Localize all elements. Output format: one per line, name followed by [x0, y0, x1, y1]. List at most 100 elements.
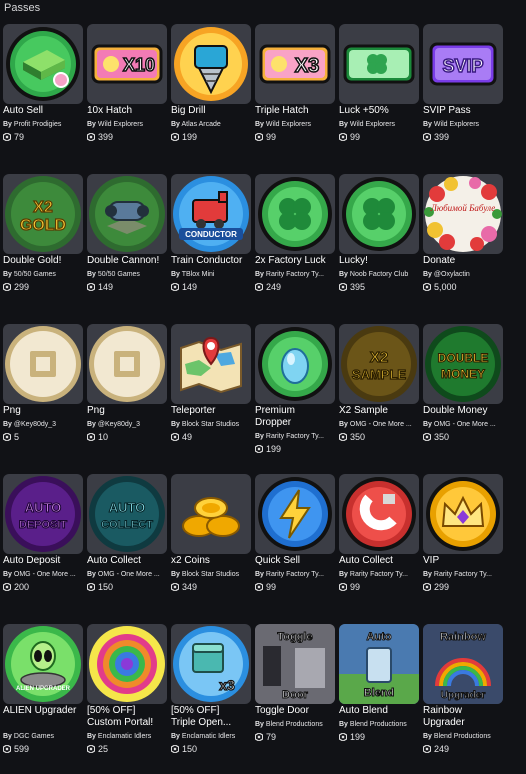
pass-card[interactable]: AUTO COLLECT Auto Collect By OMG - One M… — [87, 474, 167, 619]
pass-creator[interactable]: By Atlas Arcade — [171, 120, 253, 129]
pass-card[interactable]: Double Cannon! By 50/50 Games 149 — [87, 174, 167, 319]
pass-creator[interactable]: By @Oxylactin — [423, 270, 505, 279]
pass-name[interactable]: Double Money — [423, 405, 505, 417]
pass-name[interactable]: Quick Sell — [255, 555, 337, 567]
pass-card[interactable]: Quick Sell By Rarity Factory Ty... 99 — [255, 474, 335, 619]
creator-name[interactable]: Rarity Factory Ty... — [266, 271, 324, 278]
creator-name[interactable]: Wild Explorers — [350, 121, 395, 128]
creator-name[interactable]: OMG - One More ... — [98, 571, 160, 578]
creator-name[interactable]: TBlox Mini — [182, 271, 215, 278]
pass-name[interactable]: Triple Hatch — [255, 105, 337, 117]
pass-creator[interactable]: By Rarity Factory Ty... — [339, 570, 421, 579]
pass-card[interactable]: X3 Triple Hatch By Wild Explorers 99 — [255, 24, 335, 169]
pass-card[interactable]: Big Drill By Atlas Arcade 199 — [171, 24, 251, 169]
creator-name[interactable]: Rarity Factory Ty... — [266, 571, 324, 578]
pass-card[interactable]: X2 GOLD Double Gold! By 50/50 Games 299 — [3, 174, 83, 319]
creator-name[interactable]: Block Star Studios — [182, 571, 239, 578]
pass-card[interactable]: AUTO DEPOSIT Auto Deposit By OMG - One M… — [3, 474, 83, 619]
pass-creator[interactable]: By Rarity Factory Ty... — [423, 570, 505, 579]
creator-name[interactable]: OMG - One More ... — [434, 421, 496, 428]
pass-card[interactable]: Png By @Key80dy_3 10 — [87, 324, 167, 469]
creator-name[interactable]: Wild Explorers — [434, 121, 479, 128]
pass-creator[interactable]: By Wild Explorers — [255, 120, 337, 129]
pass-card[interactable]: x2 Coins By Block Star Studios 349 — [171, 474, 251, 619]
pass-name[interactable]: Teleporter — [171, 405, 253, 417]
creator-name[interactable]: Wild Explorers — [98, 121, 143, 128]
pass-card[interactable]: DOUBLE MONEY Double Money By OMG - One M… — [423, 324, 503, 469]
pass-name[interactable]: Auto Collect — [87, 555, 169, 567]
pass-card[interactable]: Любимой Бабуле Donate By @Oxylactin 5,00… — [423, 174, 503, 319]
pass-card[interactable]: Premium Dropper By Rarity Factory Ty... … — [255, 324, 335, 469]
pass-creator[interactable]: By Enclamatic Idlers — [87, 732, 169, 741]
pass-card[interactable]: ALIEN UPGRADER ALIEN Upgrader By DGC Gam… — [3, 624, 83, 769]
pass-name[interactable]: Auto Deposit — [3, 555, 85, 567]
pass-name[interactable]: Double Gold! — [3, 255, 85, 267]
pass-creator[interactable]: By Noob Factory Club — [339, 270, 421, 279]
creator-name[interactable]: OMG - One More ... — [350, 421, 412, 428]
pass-creator[interactable]: By Profit Prodigies — [3, 120, 85, 129]
pass-creator[interactable]: By @Key80dy_3 — [3, 420, 85, 429]
pass-card[interactable]: Lucky! By Noob Factory Club 395 — [339, 174, 419, 319]
pass-card[interactable]: 2x Factory Luck By Rarity Factory Ty... … — [255, 174, 335, 319]
pass-name[interactable]: Auto Blend — [339, 705, 421, 717]
creator-name[interactable]: 50/50 Games — [98, 271, 140, 278]
pass-creator[interactable]: By OMG - One More ... — [87, 570, 169, 579]
creator-name[interactable]: Blend Productions — [266, 721, 323, 728]
creator-name[interactable]: Enclamatic Idlers — [98, 733, 151, 740]
pass-card[interactable]: VIP By Rarity Factory Ty... 299 — [423, 474, 503, 619]
creator-name[interactable]: 50/50 Games — [14, 271, 56, 278]
creator-name[interactable]: Rarity Factory Ty... — [434, 571, 492, 578]
pass-name[interactable]: Auto Collect — [339, 555, 421, 567]
pass-name[interactable]: Lucky! — [339, 255, 421, 267]
pass-card[interactable]: Auto Blend Auto Blend By Blend Productio… — [339, 624, 419, 769]
pass-name[interactable]: x2 Coins — [171, 555, 253, 567]
creator-name[interactable]: Block Star Studios — [182, 421, 239, 428]
pass-card[interactable]: SVIP SVIP Pass By Wild Explorers 399 — [423, 24, 503, 169]
pass-name[interactable]: 2x Factory Luck — [255, 255, 337, 267]
creator-name[interactable]: Rarity Factory Ty... — [266, 433, 324, 440]
pass-name[interactable]: VIP — [423, 555, 505, 567]
pass-card[interactable]: [50% OFF] Custom Portal! By Enclamatic I… — [87, 624, 167, 769]
pass-creator[interactable]: By Block Star Studios — [171, 570, 253, 579]
pass-name[interactable]: SVIP Pass — [423, 105, 505, 117]
pass-creator[interactable]: By 50/50 Games — [3, 270, 85, 279]
creator-name[interactable]: OMG - One More ... — [14, 571, 76, 578]
pass-name[interactable]: 10x Hatch — [87, 105, 169, 117]
pass-name[interactable]: Png — [3, 405, 85, 417]
pass-creator[interactable]: By Enclamatic Idlers — [171, 732, 253, 741]
pass-card[interactable]: Png By @Key80dy_3 5 — [3, 324, 83, 469]
pass-name[interactable]: Train Conductor — [171, 255, 253, 267]
pass-creator[interactable]: By @Key80dy_3 — [87, 420, 169, 429]
pass-creator[interactable]: By Block Star Studios — [171, 420, 253, 429]
pass-card[interactable]: Toggle Door Toggle Door By Blend Product… — [255, 624, 335, 769]
pass-name[interactable]: Big Drill — [171, 105, 253, 117]
pass-name[interactable]: Luck +50% — [339, 105, 421, 117]
creator-name[interactable]: Noob Factory Club — [350, 271, 408, 278]
pass-name[interactable]: [50% OFF] Triple Open... — [171, 705, 253, 729]
pass-creator[interactable]: By TBlox Mini — [171, 270, 253, 279]
creator-name[interactable]: Wild Explorers — [266, 121, 311, 128]
pass-card[interactable]: Teleporter By Block Star Studios 49 — [171, 324, 251, 469]
pass-name[interactable]: Donate — [423, 255, 505, 267]
pass-card[interactable]: X2 SAMPLE X2 Sample By OMG - One More ..… — [339, 324, 419, 469]
pass-name[interactable]: ALIEN Upgrader — [3, 705, 85, 717]
pass-creator[interactable]: By OMG - One More ... — [3, 570, 85, 579]
pass-creator[interactable]: By Rarity Factory Ty... — [255, 270, 337, 279]
creator-name[interactable]: Blend Productions — [350, 721, 407, 728]
creator-name[interactable]: Atlas Arcade — [182, 121, 221, 128]
pass-name[interactable]: Rainbow Upgrader — [423, 705, 505, 729]
creator-name[interactable]: Blend Productions — [434, 733, 491, 740]
pass-name[interactable]: Premium Dropper — [255, 405, 337, 429]
pass-card[interactable]: Auto Sell By Profit Prodigies 79 — [3, 24, 83, 169]
creator-name[interactable]: Enclamatic Idlers — [182, 733, 235, 740]
pass-creator[interactable]: By OMG - One More ... — [339, 420, 421, 429]
pass-creator[interactable]: By Blend Productions — [423, 732, 505, 741]
pass-creator[interactable]: By Wild Explorers — [87, 120, 169, 129]
pass-card[interactable]: x3 [50% OFF] Triple Open... By Enclamati… — [171, 624, 251, 769]
pass-creator[interactable]: By Wild Explorers — [423, 120, 505, 129]
creator-name[interactable]: Rarity Factory Ty... — [350, 571, 408, 578]
creator-name[interactable]: @Key80dy_3 — [98, 421, 140, 428]
pass-creator[interactable]: By Rarity Factory Ty... — [255, 570, 337, 579]
pass-card[interactable]: Auto Collect By Rarity Factory Ty... 99 — [339, 474, 419, 619]
pass-creator[interactable]: By Blend Productions — [339, 720, 421, 729]
